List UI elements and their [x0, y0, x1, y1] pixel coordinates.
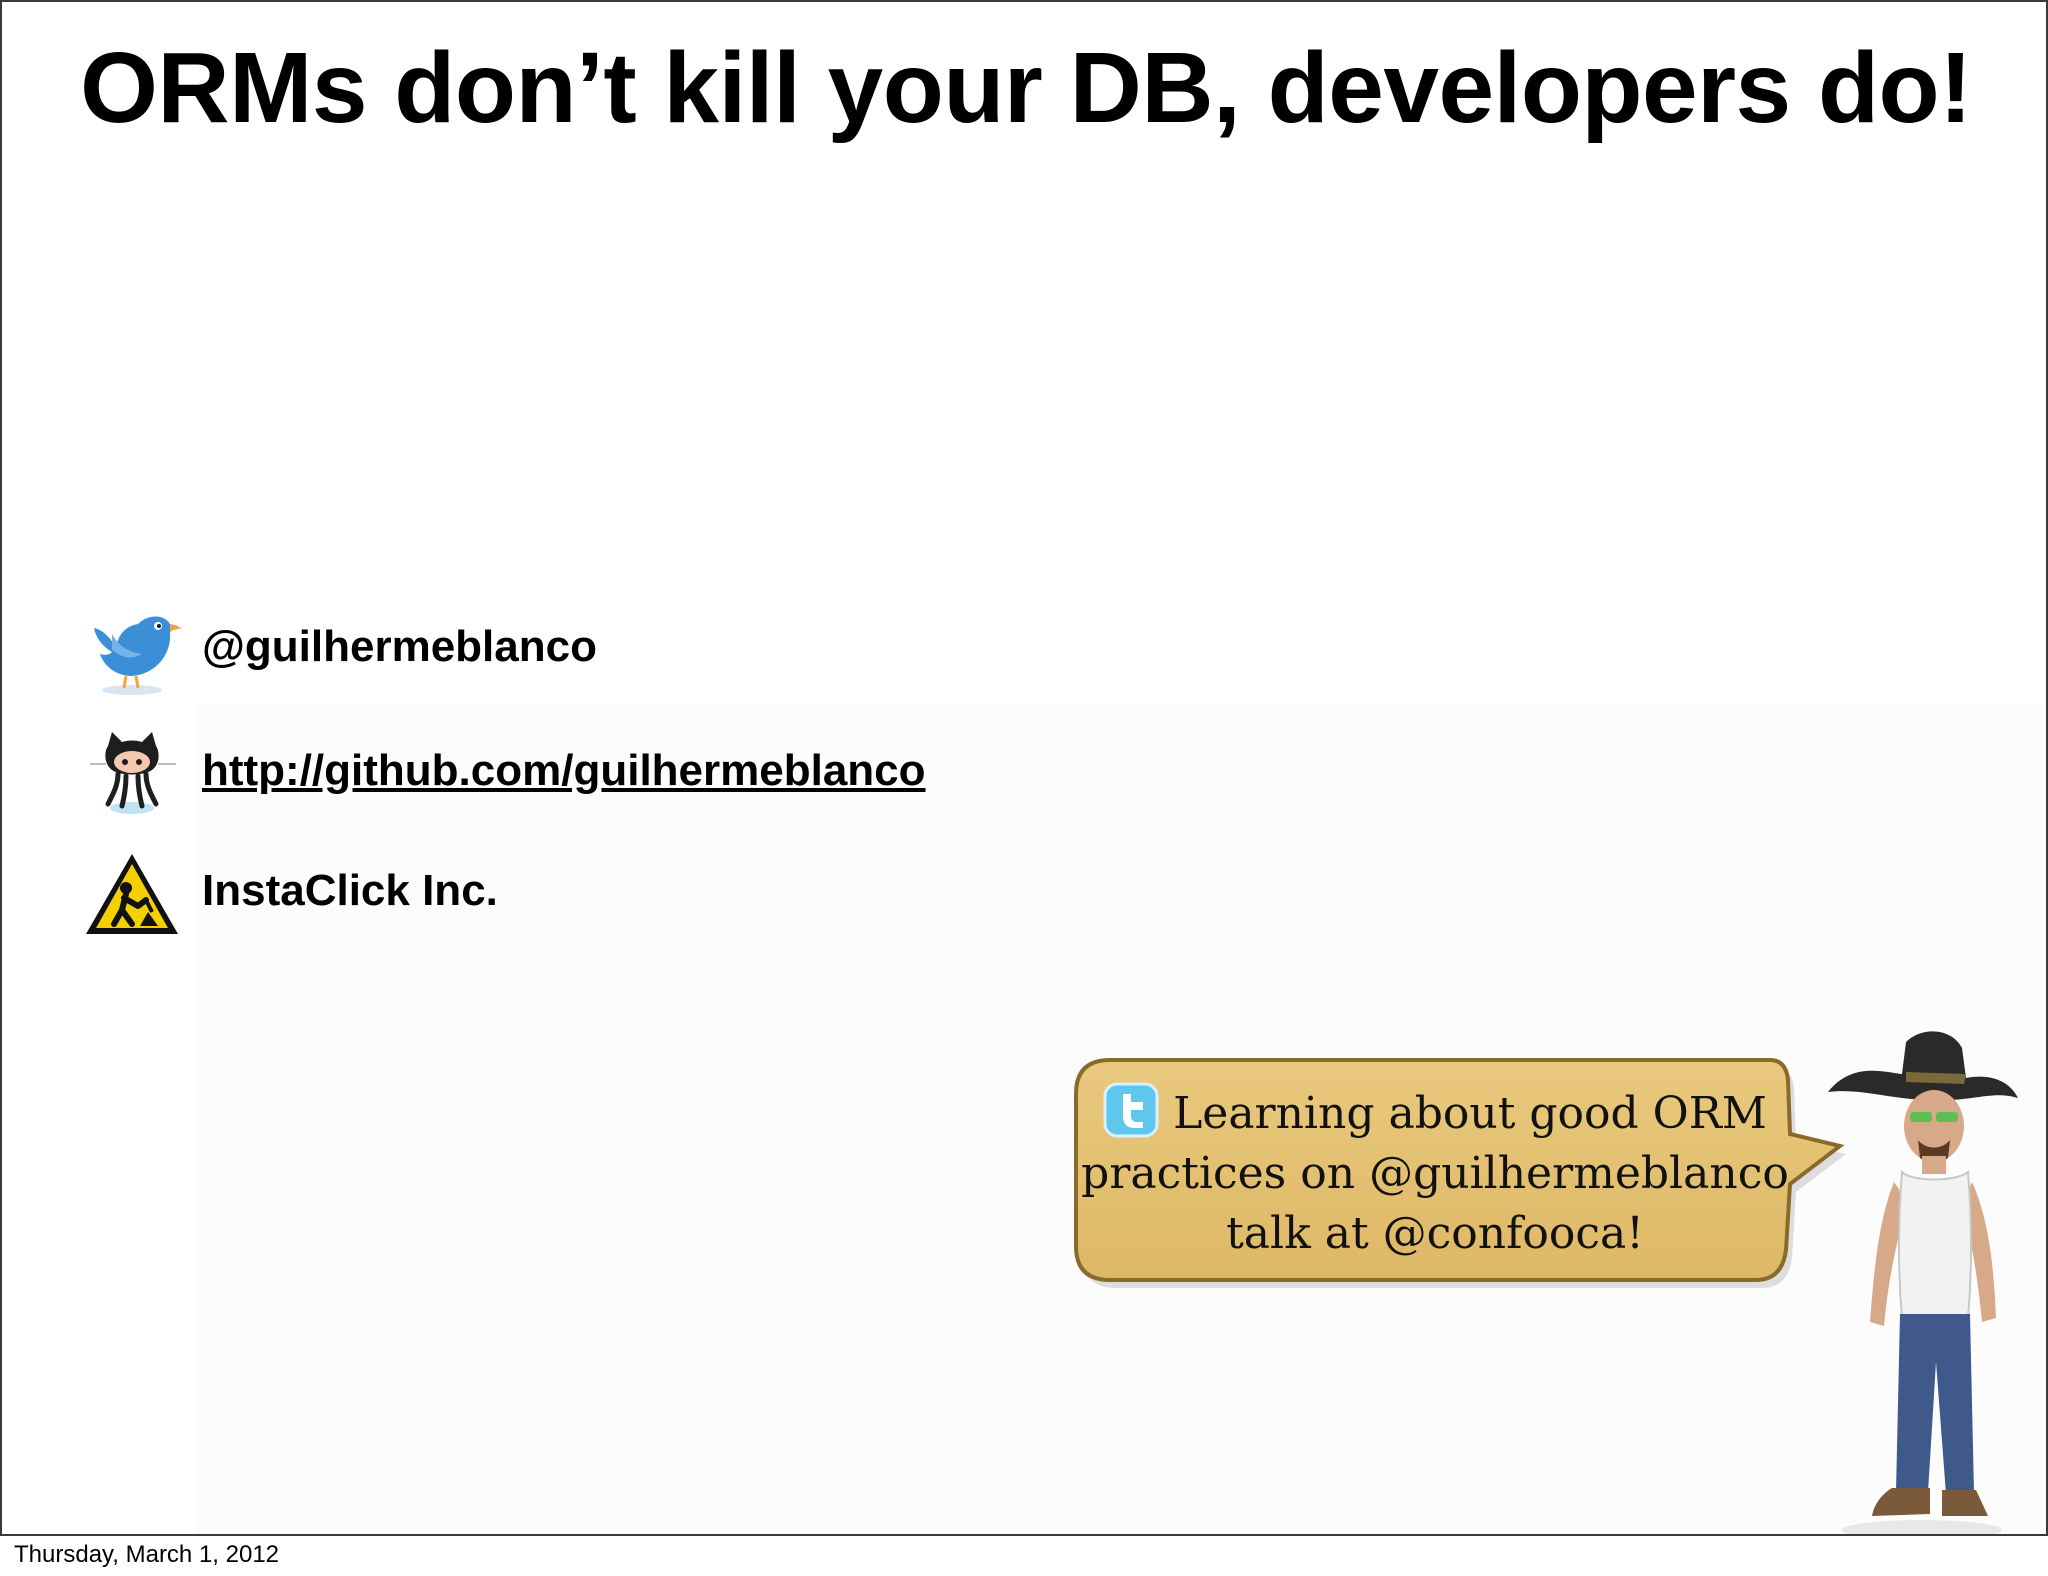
twitter-handle: @guilhermeblanco	[202, 622, 597, 671]
cowboy-avatar	[1828, 1031, 2018, 1534]
speech-bubble-text: Learning about good ORM practices on @gu…	[1080, 1082, 1790, 1264]
slide: ORMs don’t kill your DB, developers do! …	[0, 0, 2048, 1536]
company-name: InstaClick Inc.	[202, 866, 498, 915]
construction-worker-sign-icon	[82, 844, 182, 944]
bubble-line-1: Learning about good ORM	[1080, 1082, 1790, 1144]
speech-bubble: Learning about good ORM practices on @gu…	[1070, 1054, 1870, 1290]
contact-row-github: http://github.com/guilhermeblanco	[82, 724, 1082, 824]
footer-date: Thursday, March 1, 2012	[14, 1541, 280, 1568]
bubble-line-3: talk at @confooca!	[1226, 1208, 1644, 1259]
bubble-line-2: practices on @guilhermeblanco	[1081, 1148, 1789, 1199]
slide-title: ORMs don’t kill your DB, developers do!	[80, 32, 1972, 144]
twitter-logo-icon	[1103, 1082, 1159, 1138]
presentation-stage: ORMs don’t kill your DB, developers do! …	[0, 0, 2048, 1576]
twitter-bird-icon	[82, 600, 182, 700]
bubble-line-1-text: Learning about good ORM	[1173, 1088, 1767, 1139]
contact-row-twitter: @guilhermeblanco	[82, 600, 1082, 700]
github-octocat-icon	[82, 724, 182, 824]
github-profile-link[interactable]: http://github.com/guilhermeblanco	[202, 746, 926, 796]
contact-row-company: InstaClick Inc.	[82, 844, 1082, 944]
